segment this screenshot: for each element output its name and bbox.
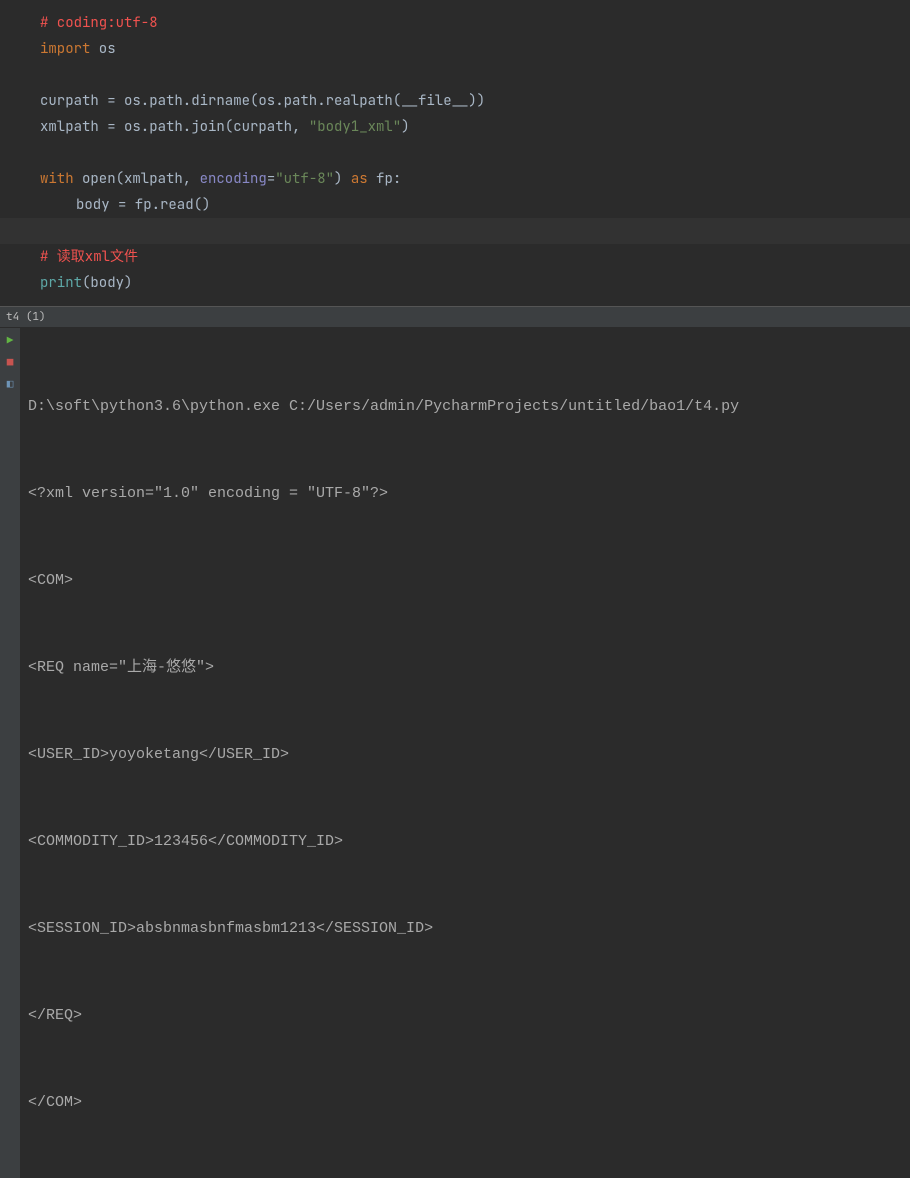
console-line: </COM> [28, 1088, 902, 1117]
code-line[interactable]: with open(xmlpath, encoding="utf-8") as … [0, 166, 910, 192]
code-line[interactable]: # 读取xml文件 [0, 244, 910, 270]
code-line[interactable]: print(body) [0, 270, 910, 296]
console-line: <COMMODITY_ID>123456</COMMODITY_ID> [28, 827, 902, 856]
code-line[interactable]: import os [0, 36, 910, 62]
code-line-blank[interactable] [0, 62, 910, 88]
operator: = [267, 170, 275, 188]
console-line: <?xml version="1.0" encoding = "UTF-8"?> [28, 479, 902, 508]
code-line-blank[interactable] [0, 140, 910, 166]
console-toolbar: ▶ ■ ◧ [0, 328, 20, 1178]
paren: ) [334, 170, 351, 188]
operator: = [107, 92, 115, 110]
expression: os.path.dirname(os.path.realpath(__file_… [116, 92, 486, 110]
comment: # coding:utf-8 [40, 14, 158, 32]
string-literal: "body1_xml" [309, 118, 401, 136]
run-tab-label[interactable]: t4 (1) [6, 310, 46, 324]
rerun-icon[interactable]: ▶ [3, 334, 17, 348]
stop-icon[interactable]: ■ [3, 356, 17, 370]
string-literal: "utf-8" [275, 170, 334, 188]
operator: = [107, 118, 115, 136]
expression: open(xmlpath, [74, 170, 200, 188]
run-console: ▶ ■ ◧ D:\soft\python3.6\python.exe C:/Us… [0, 328, 910, 1178]
expression: os.path.join(curpath, [116, 118, 309, 136]
console-line: <COM> [28, 566, 902, 595]
expression: fp.read() [126, 196, 210, 214]
code-line-current[interactable] [0, 218, 910, 244]
console-line: <REQ name="上海-悠悠"> [28, 653, 902, 682]
code-line[interactable]: # coding:utf-8 [0, 10, 910, 36]
console-output[interactable]: D:\soft\python3.6\python.exe C:/Users/ad… [20, 328, 910, 1178]
run-tab-bar[interactable]: t4 (1) [0, 306, 910, 328]
comment: # 读取xml文件 [40, 248, 138, 266]
keyword: with [40, 170, 74, 188]
keyword: import [40, 40, 90, 58]
kwarg: encoding [200, 170, 267, 188]
builtin: print [40, 274, 82, 292]
keyword: as [351, 170, 368, 188]
console-line: D:\soft\python3.6\python.exe C:/Users/ad… [28, 392, 902, 421]
identifier: body [76, 196, 118, 214]
expression: (body) [82, 274, 132, 292]
code-editor[interactable]: # coding:utf-8 import os curpath = os.pa… [0, 0, 910, 306]
identifier: fp: [368, 170, 402, 188]
code-line[interactable]: body = fp.read() [0, 192, 910, 218]
identifier: os [90, 40, 115, 58]
console-line: </REQ> [28, 1001, 902, 1030]
identifier: xmlpath [40, 118, 107, 136]
console-line: <USER_ID>yoyoketang</USER_ID> [28, 740, 902, 769]
code-line[interactable]: xmlpath = os.path.join(curpath, "body1_x… [0, 114, 910, 140]
identifier: curpath [40, 92, 107, 110]
console-line: <SESSION_ID>absbnmasbnfmasbm1213</SESSIO… [28, 914, 902, 943]
paren: ) [401, 118, 409, 136]
code-line[interactable]: curpath = os.path.dirname(os.path.realpa… [0, 88, 910, 114]
layout-icon[interactable]: ◧ [3, 378, 17, 392]
